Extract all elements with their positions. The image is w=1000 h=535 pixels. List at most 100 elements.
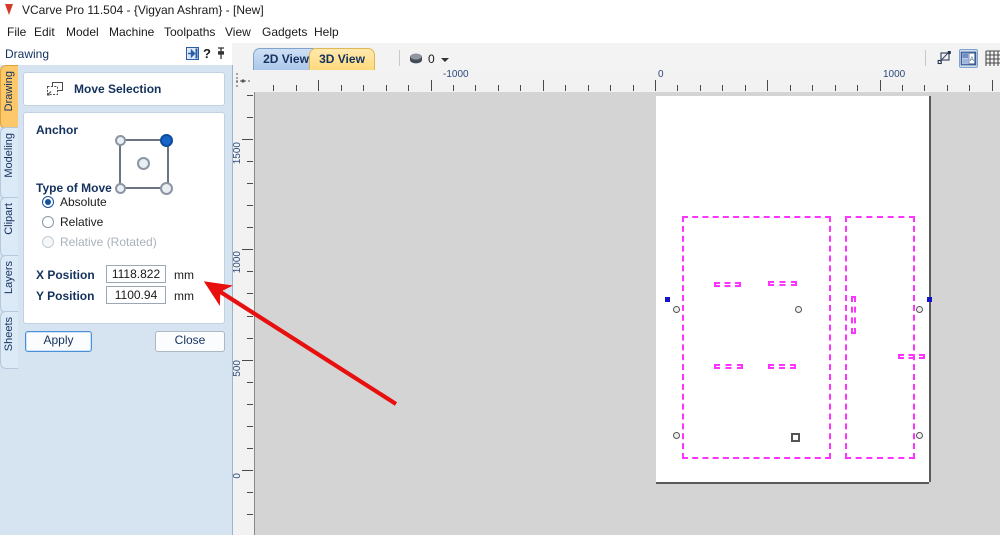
apply-button[interactable]: Apply xyxy=(25,331,92,352)
menu-view[interactable]: View xyxy=(222,24,254,40)
ruler-tick-v xyxy=(247,116,253,118)
y-position-unit: mm xyxy=(174,289,194,303)
radio-relative-rotated-marker xyxy=(42,236,54,248)
slot-tr[interactable] xyxy=(768,281,797,286)
vtab-label-layers: Layers xyxy=(3,261,15,295)
ruler-tick-v xyxy=(242,359,253,361)
tab-3d-view[interactable]: 3D View xyxy=(309,48,375,71)
node-edit-icon[interactable] xyxy=(935,49,954,68)
menu-file[interactable]: File xyxy=(4,24,29,40)
ruler-tick-v xyxy=(247,293,253,295)
handle-top-center[interactable] xyxy=(795,306,802,313)
pin-icon[interactable] xyxy=(216,47,226,60)
ruler-tick-v xyxy=(247,381,253,383)
dock-arrow-icon[interactable] xyxy=(186,47,199,60)
ruler-tick-h xyxy=(318,80,320,91)
anchor-selector[interactable] xyxy=(115,134,173,195)
y-position-input[interactable] xyxy=(106,286,166,304)
toggle-view-icon[interactable]: A xyxy=(959,49,978,68)
rotation-center-marker[interactable] xyxy=(791,433,800,442)
ruler-label-h: -1000 xyxy=(443,70,469,80)
ruler-tick-h xyxy=(699,85,701,91)
ruler-tick-v xyxy=(247,205,253,207)
drawing-panel: Move Selection Anchor Type of Move Absol… xyxy=(18,65,233,535)
ruler-tick-h xyxy=(834,85,836,91)
menu-model[interactable]: Model xyxy=(63,24,102,40)
anchor-node-bottom-left[interactable] xyxy=(115,183,126,194)
menu-help[interactable]: Help xyxy=(311,24,342,40)
ruler-tick-h xyxy=(430,80,432,91)
ruler-tick-h xyxy=(969,85,971,91)
slot-r-h[interactable] xyxy=(898,354,925,359)
type-of-move-label: Type of Move xyxy=(36,181,112,195)
toolbar-divider-left xyxy=(399,50,400,66)
ruler-tick-v xyxy=(247,447,253,449)
slot-tl[interactable] xyxy=(714,282,741,287)
sidebar-item-clipart[interactable]: Clipart xyxy=(0,197,19,257)
handle-top-right[interactable] xyxy=(916,306,923,313)
ruler-tick-h xyxy=(857,85,859,91)
anchor-node-top-left[interactable] xyxy=(115,135,126,146)
radio-relative-rotated-label: Relative (Rotated) xyxy=(60,235,157,249)
ruler-tick-h xyxy=(879,80,881,91)
ruler-label-h: 0 xyxy=(658,70,664,80)
ruler-tick-h xyxy=(408,85,410,91)
ruler-tick-h xyxy=(295,85,297,91)
horizontal-ruler[interactable]: -1000 0 1000 xyxy=(254,70,1000,93)
ruler-tick-h xyxy=(610,85,612,91)
vertical-ruler[interactable]: 1500 1000 500 0 xyxy=(233,92,255,535)
ruler-tick-v xyxy=(247,271,253,273)
window-title: VCarve Pro 11.504 - {Vigyan Ashram} - [N… xyxy=(22,3,264,17)
handle-mid-right[interactable] xyxy=(916,432,923,439)
ruler-tick-h xyxy=(587,85,589,91)
anchor-line-left xyxy=(119,140,121,188)
anchor-node-center[interactable] xyxy=(137,157,150,170)
ruler-origin-icon xyxy=(236,73,251,89)
ruler-label-v: 1000 xyxy=(233,251,243,274)
ruler-tick-v xyxy=(247,183,253,185)
close-button[interactable]: Close xyxy=(155,331,225,352)
x-position-unit: mm xyxy=(174,268,194,282)
ruler-tick-h xyxy=(363,85,365,91)
ruler-tick-v xyxy=(247,227,253,229)
sidebar-item-sheets[interactable]: Sheets xyxy=(0,311,19,369)
ruler-tick-v xyxy=(242,470,253,471)
handle-mid-left[interactable] xyxy=(673,432,680,439)
ruler-tick-h xyxy=(946,85,948,91)
x-position-row: X Position mm xyxy=(36,265,216,285)
chevron-down-icon xyxy=(441,58,449,62)
sidebar-item-drawing[interactable]: Drawing xyxy=(0,65,19,129)
ruler-tick-v xyxy=(247,161,253,163)
slot-r-v[interactable] xyxy=(851,296,856,334)
handle-top-left[interactable] xyxy=(673,306,680,313)
right-panel-vector[interactable] xyxy=(845,216,915,459)
x-position-input[interactable] xyxy=(106,265,166,283)
ruler-label-v: 500 xyxy=(233,360,243,377)
sidebar-item-modeling[interactable]: Modeling xyxy=(0,127,19,199)
menu-toolpaths[interactable]: Toolpaths xyxy=(161,24,218,40)
slot-br[interactable] xyxy=(768,364,796,369)
left-panel-vector[interactable] xyxy=(682,216,831,459)
grid-snap-icon[interactable] xyxy=(984,49,1000,68)
sidebar-item-layers[interactable]: Layers xyxy=(0,255,19,313)
sheet-selector-value: 0 xyxy=(428,52,435,66)
ruler-tick-h xyxy=(565,85,567,91)
anchor-node-bottom-right[interactable] xyxy=(160,182,173,195)
marker-top-right[interactable] xyxy=(927,297,932,302)
design-canvas-2d[interactable] xyxy=(255,92,1000,535)
menu-edit[interactable]: Edit xyxy=(31,24,58,40)
slot-bl[interactable] xyxy=(714,364,743,369)
sheet-selector[interactable]: 0 xyxy=(409,51,453,68)
help-button[interactable]: ? xyxy=(203,46,211,61)
ruler-tick-h xyxy=(924,85,926,91)
radio-absolute-marker xyxy=(42,196,54,208)
ruler-tick-v xyxy=(247,514,253,516)
tool-title-card: Move Selection xyxy=(23,72,225,106)
marker-top-left[interactable] xyxy=(665,297,670,302)
menu-machine[interactable]: Machine xyxy=(106,24,157,40)
move-options-card: Anchor Type of Move Absolute Relative Re… xyxy=(23,112,225,324)
anchor-node-top-right[interactable] xyxy=(160,134,173,147)
menu-gadgets[interactable]: Gadgets xyxy=(259,24,310,40)
ruler-tick-h xyxy=(812,85,814,91)
vtab-label-drawing: Drawing xyxy=(3,71,15,112)
